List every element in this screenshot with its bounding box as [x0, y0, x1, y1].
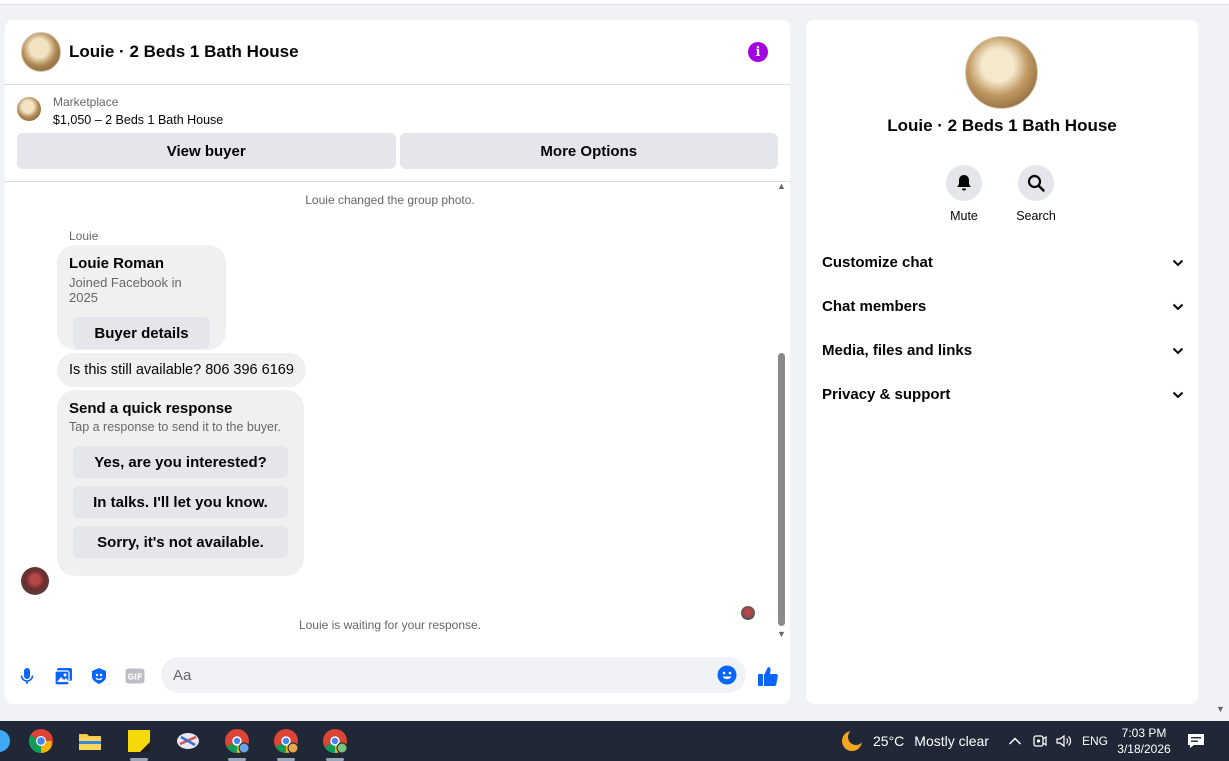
bell-icon[interactable] — [946, 165, 982, 201]
volume-icon[interactable] — [1055, 721, 1073, 761]
show-hidden-icons[interactable] — [1008, 721, 1022, 761]
sticky-notes-icon[interactable] — [126, 728, 152, 754]
section-media-files-links[interactable]: Media, files and links — [822, 328, 1184, 372]
chevron-down-icon — [1172, 298, 1184, 315]
svg-text:GIF: GIF — [127, 673, 142, 682]
file-explorer-icon[interactable] — [77, 728, 103, 754]
browser-top-strip — [0, 0, 1229, 5]
clock[interactable]: 7:03 PM 3/18/2026 — [1110, 725, 1178, 757]
system-message: Louie changed the group photo. — [305, 193, 475, 207]
section-label: Privacy & support — [822, 385, 951, 403]
section-customize-chat[interactable]: Customize chat — [822, 240, 1184, 284]
composer: GIF — [5, 656, 790, 696]
chrome-icon[interactable] — [28, 728, 54, 754]
info-avatar[interactable] — [965, 36, 1038, 109]
marketplace-label: Marketplace — [53, 95, 119, 109]
clock-date: 3/18/2026 — [1117, 742, 1171, 756]
page-scroll-down-icon[interactable]: ▼ — [1216, 704, 1225, 714]
buyer-details-button[interactable]: Buyer details — [73, 317, 210, 349]
message-list: Louie changed the group photo. Louie Lou… — [5, 183, 775, 643]
waiting-status: Louie is waiting for your response. — [298, 618, 482, 632]
section-privacy-support[interactable]: Privacy & support — [822, 372, 1184, 416]
view-buyer-button[interactable]: View buyer — [17, 133, 396, 169]
chevron-down-icon — [1172, 386, 1184, 403]
group-avatar[interactable] — [21, 32, 61, 72]
message-input[interactable] — [161, 657, 746, 693]
quick-reply-talks[interactable]: In talks. I'll let you know. — [73, 486, 288, 518]
listing-title[interactable]: $1,050 – 2 Beds 1 Bath House — [53, 113, 223, 127]
quick-reply-yes[interactable]: Yes, are you interested? — [73, 446, 288, 478]
chrome-profile-3-icon[interactable] — [322, 728, 348, 754]
scroll-down-icon[interactable]: ▼ — [777, 629, 786, 639]
section-label: Chat members — [822, 297, 927, 315]
emoji-icon[interactable] — [717, 665, 737, 685]
snipping-tool-icon[interactable] — [175, 728, 201, 754]
scroll-up-icon[interactable]: ▲ — [777, 181, 786, 191]
quick-response-card: Send a quick response Tap a response to … — [57, 390, 304, 576]
moon-icon — [840, 729, 864, 753]
marketplace-banner: Marketplace $1,050 – 2 Beds 1 Bath House… — [5, 85, 790, 182]
scroll-thumb[interactable] — [778, 353, 785, 626]
message-text: Is this still available? 806 396 6169 — [69, 362, 294, 378]
thumbs-up-icon[interactable] — [756, 664, 780, 688]
notifications-icon[interactable] — [1186, 721, 1206, 761]
search-icon[interactable] — [1018, 165, 1054, 201]
chevron-down-icon — [1172, 342, 1184, 359]
info-chat-name: Louie · 2 Beds 1 Bath House — [887, 116, 1117, 135]
mute-action[interactable]: Mute — [934, 165, 994, 223]
profile-card: Louie Roman Joined Facebook in 2025 Buye… — [57, 245, 226, 350]
message-bubble: Is this still available? 806 396 6169 — [57, 353, 306, 387]
quick-reply-sorry[interactable]: Sorry, it's not available. — [73, 526, 288, 558]
section-label: Customize chat — [822, 253, 933, 271]
sender-name: Louie — [69, 229, 99, 243]
chat-title[interactable]: Louie · 2 Beds 1 Bath House — [69, 42, 299, 62]
chat-header: Louie · 2 Beds 1 Bath House i — [5, 20, 790, 85]
chrome-profile-1-icon[interactable] — [224, 728, 250, 754]
chevron-down-icon — [1172, 254, 1184, 271]
search-action[interactable]: Search — [1006, 165, 1066, 223]
sticker-icon[interactable] — [89, 666, 109, 686]
photo-icon[interactable] — [53, 666, 73, 686]
gif-icon[interactable]: GIF — [125, 666, 145, 686]
microphone-icon[interactable] — [17, 666, 37, 686]
weather-temp: 25°C — [873, 733, 905, 749]
mute-label: Mute — [950, 209, 978, 223]
message-scrollbar[interactable]: ▲ ▼ — [776, 181, 788, 643]
taskbar: 25°C Mostly clear ENG 7:03 PM 3/18/2026 — [0, 721, 1229, 761]
search-label: Search — [1016, 209, 1056, 223]
quick-response-title: Send a quick response — [69, 400, 233, 417]
listing-thumbnail[interactable] — [17, 97, 41, 121]
weather-desc: Mostly clear — [914, 733, 989, 749]
section-label: Media, files and links — [822, 341, 973, 359]
profile-name: Louie Roman — [69, 255, 165, 272]
chat-panel: Louie · 2 Beds 1 Bath House i Marketplac… — [5, 20, 790, 704]
chrome-profile-2-icon[interactable] — [273, 728, 299, 754]
chat-info-panel: Louie · 2 Beds 1 Bath House Mute Search … — [806, 20, 1198, 704]
camera-icon[interactable] — [1032, 721, 1048, 761]
weather-widget[interactable]: 25°C Mostly clear — [840, 721, 989, 761]
sender-avatar[interactable] — [21, 567, 49, 595]
profile-joined: Joined Facebook in 2025 — [69, 275, 182, 305]
language-indicator[interactable]: ENG — [1082, 721, 1108, 761]
quick-response-subtitle: Tap a response to send it to the buyer. — [69, 420, 281, 434]
clock-time: 7:03 PM — [1121, 726, 1167, 740]
section-chat-members[interactable]: Chat members — [822, 284, 1184, 328]
chevron-up-icon[interactable] — [1008, 733, 1022, 749]
more-options-button[interactable]: More Options — [399, 133, 778, 169]
partial-app-icon[interactable] — [0, 728, 12, 754]
info-icon[interactable]: i — [748, 42, 768, 62]
